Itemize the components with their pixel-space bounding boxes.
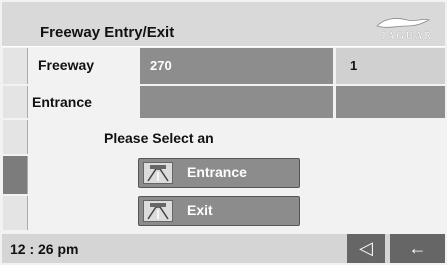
clock: 12 : 26 pm: [10, 241, 79, 257]
entrance-button[interactable]: Entrance: [138, 158, 300, 188]
freeway-label: Freeway: [38, 57, 95, 73]
entrance-button-label: Entrance: [187, 164, 247, 180]
back-arrow-icon: ←: [408, 238, 427, 258]
entrance-field[interactable]: [140, 86, 333, 118]
freeway-aux-value: 1: [350, 58, 358, 73]
side-tab-1[interactable]: [3, 48, 28, 84]
freeway-field[interactable]: 270: [140, 48, 333, 84]
freeway-entrance-icon: [143, 162, 173, 184]
freeway-value: 270: [150, 58, 172, 73]
freeway-entry-exit-screen: Freeway Entry/Exit JAGUAR Freeway 270 1 …: [0, 0, 447, 265]
exit-button-label: Exit: [187, 202, 213, 218]
side-tab-5[interactable]: [3, 196, 28, 230]
side-tab-4[interactable]: [3, 156, 28, 194]
jaguar-logo: JAGUAR: [371, 14, 433, 42]
logo-text: JAGUAR: [381, 31, 433, 42]
entrance-aux-field[interactable]: [336, 86, 445, 118]
mute-button[interactable]: ◁: [347, 234, 385, 263]
side-tab-3[interactable]: [3, 120, 28, 154]
selection-prompt: Please Select an: [104, 130, 214, 146]
exit-button[interactable]: Exit: [138, 196, 300, 226]
speaker-mute-icon: ◁: [359, 238, 373, 258]
freeway-aux-field[interactable]: 1: [336, 48, 445, 84]
side-tab-2[interactable]: [3, 86, 28, 118]
title-bar: Freeway Entry/Exit JAGUAR: [2, 2, 445, 46]
entrance-label: Entrance: [32, 94, 92, 110]
status-bar: 12 : 26 pm ◁ ←: [2, 234, 445, 263]
page-title: Freeway Entry/Exit: [40, 24, 175, 41]
back-button[interactable]: ←: [390, 234, 445, 263]
jaguar-leaper-icon: [376, 18, 431, 28]
freeway-exit-icon: [143, 200, 173, 222]
